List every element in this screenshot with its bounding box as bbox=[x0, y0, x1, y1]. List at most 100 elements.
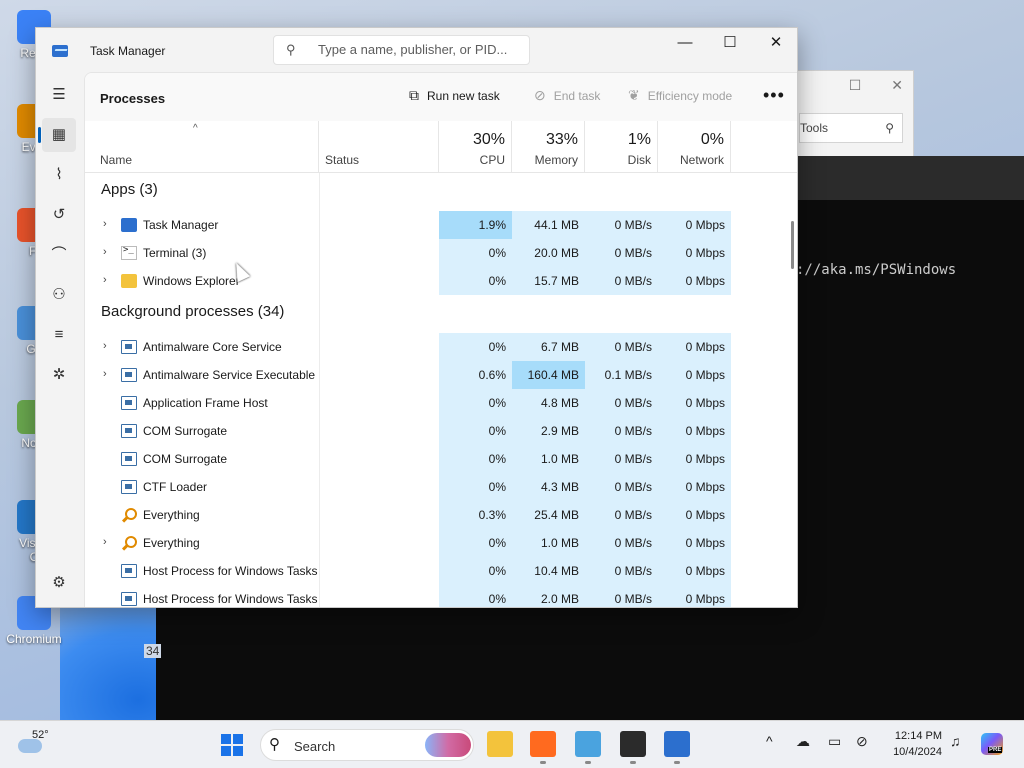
search-box[interactable]: ⚲ bbox=[273, 35, 530, 65]
disk-value: 0 MB/s bbox=[585, 239, 658, 267]
run-task-icon: ⧉ bbox=[409, 87, 419, 103]
details-icon[interactable]: ≡ bbox=[42, 318, 76, 352]
firefox-icon[interactable] bbox=[530, 731, 556, 764]
chevron-right-icon[interactable]: › bbox=[103, 246, 107, 258]
task-manager-window[interactable]: Task Manager ⚲ — ☐ ✕ ☰ ▦ ⌇ ↺ ⌒ ⚇ ≡ ✲ ⚙ Processes… bbox=[35, 27, 798, 608]
window-controls: ☐ ✕ bbox=[849, 77, 903, 94]
minimize-button[interactable]: — bbox=[662, 28, 708, 60]
vertical-scrollbar[interactable] bbox=[791, 221, 794, 269]
efficiency-mode-button[interactable]: ❦ Efficiency mode bbox=[628, 87, 732, 104]
name-column-header[interactable]: ^ Name bbox=[85, 121, 319, 173]
search-icon: ⚲ bbox=[286, 42, 296, 57]
copilot-icon[interactable]: PRE bbox=[981, 733, 1003, 755]
chevron-right-icon[interactable]: › bbox=[103, 274, 107, 286]
cloud-icon bbox=[18, 739, 42, 753]
close-button[interactable]: ✕ bbox=[753, 28, 797, 60]
process-icon bbox=[121, 340, 137, 354]
terminal-icon[interactable] bbox=[620, 731, 646, 764]
end-task-icon: ⊘ bbox=[534, 87, 546, 103]
cpu-value: 0.3% bbox=[439, 501, 512, 529]
memory-value: 2.0 MB bbox=[512, 585, 585, 607]
services-icon[interactable]: ✲ bbox=[42, 358, 76, 392]
display-icon[interactable]: ▭ bbox=[828, 733, 841, 750]
chevron-right-icon[interactable]: › bbox=[103, 536, 107, 548]
process-row[interactable]: Host Process for Windows Tasks 0% 2.0 MB 0 … bbox=[85, 585, 731, 607]
process-row[interactable]: › Everything 0% 1.0 MB 0 MB/s 0 Mbps bbox=[85, 529, 731, 557]
maximize-icon[interactable]: ☐ bbox=[849, 77, 862, 94]
group-header[interactable]: Apps (3) bbox=[101, 181, 158, 198]
network-column-header[interactable]: 0% Network bbox=[658, 121, 731, 173]
search-icon: ⚲ bbox=[885, 121, 894, 135]
process-row[interactable]: COM Surrogate 0% 2.9 MB 0 MB/s 0 Mbps bbox=[85, 417, 731, 445]
cloud-offline-icon[interactable]: ☁ bbox=[796, 733, 810, 750]
disk-value: 0 MB/s bbox=[585, 473, 658, 501]
app-history-icon[interactable]: ↺ bbox=[42, 198, 76, 232]
search-input[interactable] bbox=[318, 42, 518, 57]
process-row[interactable]: Everything 0.3% 25.4 MB 0 MB/s 0 Mbps bbox=[85, 501, 731, 529]
network-value: 0 Mbps bbox=[658, 417, 731, 445]
process-row[interactable]: › Antimalware Service Executable 0.6% 160.4… bbox=[85, 361, 731, 389]
taskbar-search-box[interactable]: ⚲ Search bbox=[260, 729, 474, 761]
clock-date: 10/4/2024 bbox=[893, 746, 942, 758]
close-icon[interactable]: ✕ bbox=[891, 77, 903, 94]
disk-total: 1% bbox=[627, 131, 651, 148]
memory-value: 1.0 MB bbox=[512, 529, 585, 557]
chevron-right-icon[interactable]: › bbox=[103, 340, 107, 352]
notification-bell-icon[interactable]: ♫ bbox=[950, 733, 961, 749]
disk-column-header[interactable]: 1% Disk bbox=[585, 121, 658, 173]
process-row[interactable]: CTF Loader 0% 4.3 MB 0 MB/s 0 Mbps bbox=[85, 473, 731, 501]
process-name: Task Manager bbox=[143, 218, 219, 232]
end-task-button[interactable]: ⊘ End task bbox=[534, 87, 600, 104]
explorer-search-box[interactable]: Tools ⚲ bbox=[799, 113, 903, 143]
weather-temperature: 52° bbox=[32, 729, 49, 741]
process-icon bbox=[121, 424, 137, 438]
page-title: Processes bbox=[100, 91, 166, 106]
memory-value: 2.9 MB bbox=[512, 417, 585, 445]
process-row[interactable]: Host Process for Windows Tasks 0% 10.4 MB 0… bbox=[85, 557, 731, 585]
process-name: CTF Loader bbox=[143, 480, 208, 494]
process-name: Windows Explorer bbox=[143, 274, 240, 288]
file-explorer-icon[interactable] bbox=[487, 731, 513, 757]
process-row[interactable]: COM Surrogate 0% 1.0 MB 0 MB/s 0 Mbps bbox=[85, 445, 731, 473]
users-icon[interactable]: ⚇ bbox=[42, 278, 76, 312]
cpu-value: 0% bbox=[439, 529, 512, 557]
taskbar-search-label: Search bbox=[294, 739, 336, 754]
maximize-button[interactable]: ☐ bbox=[707, 28, 753, 60]
status-column-header[interactable]: Status bbox=[319, 121, 439, 173]
process-row[interactable]: › Task Manager 1.9% 44.1 MB 0 MB/s 0 Mbps bbox=[85, 211, 731, 239]
control-panel-icon[interactable] bbox=[575, 731, 601, 764]
startup-apps-icon[interactable]: ⌒ bbox=[42, 238, 76, 272]
group-header[interactable]: Background processes (34) bbox=[101, 303, 284, 320]
chevron-up-icon[interactable]: ^ bbox=[766, 733, 773, 749]
process-row[interactable]: Application Frame Host 0% 4.8 MB 0 MB/s 0 Mb… bbox=[85, 389, 731, 417]
process-name: COM Surrogate bbox=[143, 452, 228, 466]
run-new-task-button[interactable]: ⧉ Run new task bbox=[409, 87, 500, 104]
more-options-button[interactable]: ••• bbox=[763, 85, 785, 106]
hamburger-icon[interactable]: ☰ bbox=[42, 78, 76, 112]
process-row[interactable]: › Windows Explorer 0% 15.7 MB 0 MB/s 0 Mbps bbox=[85, 267, 731, 295]
network-value: 0 Mbps bbox=[658, 211, 731, 239]
process-row[interactable]: › Antimalware Core Service 0% 6.7 MB 0 MB/s 0… bbox=[85, 333, 731, 361]
clock[interactable]: 12:14 PM 10/4/2024 bbox=[888, 728, 942, 760]
performance-icon[interactable]: ⌇ bbox=[42, 158, 76, 192]
navigation-rail: ☰ ▦ ⌇ ↺ ⌒ ⚇ ≡ ✲ ⚙ bbox=[36, 72, 82, 607]
task-manager-icon[interactable] bbox=[664, 731, 690, 764]
process-row[interactable]: › Terminal (3) 0%20.0 MB0 MB/s0 Mbps bbox=[85, 239, 731, 267]
start-button[interactable] bbox=[221, 734, 243, 756]
chevron-right-icon[interactable]: › bbox=[103, 218, 107, 230]
disk-value: 0 MB/s bbox=[585, 417, 658, 445]
cpu-column-header[interactable]: 30% CPU bbox=[439, 121, 512, 173]
disk-value: 0 MB/s bbox=[585, 529, 658, 557]
process-icon bbox=[121, 396, 137, 410]
processes-icon[interactable]: ▦ bbox=[38, 118, 76, 152]
process-icon bbox=[121, 480, 137, 494]
settings-icon[interactable]: ⚙ bbox=[42, 566, 76, 600]
process-name: Antimalware Service Executable bbox=[143, 368, 316, 382]
network-status-icon[interactable]: ⊘ bbox=[856, 733, 868, 750]
weather-widget[interactable]: 52° bbox=[18, 729, 49, 753]
memory-column-header[interactable]: 33% Memory bbox=[512, 121, 585, 173]
name-column-label: Name bbox=[100, 153, 133, 167]
background-explorer-window[interactable]: ☐ ✕ Tools ⚲ bbox=[780, 70, 914, 160]
disk-column-label: Disk bbox=[627, 153, 651, 167]
chevron-right-icon[interactable]: › bbox=[103, 368, 107, 380]
